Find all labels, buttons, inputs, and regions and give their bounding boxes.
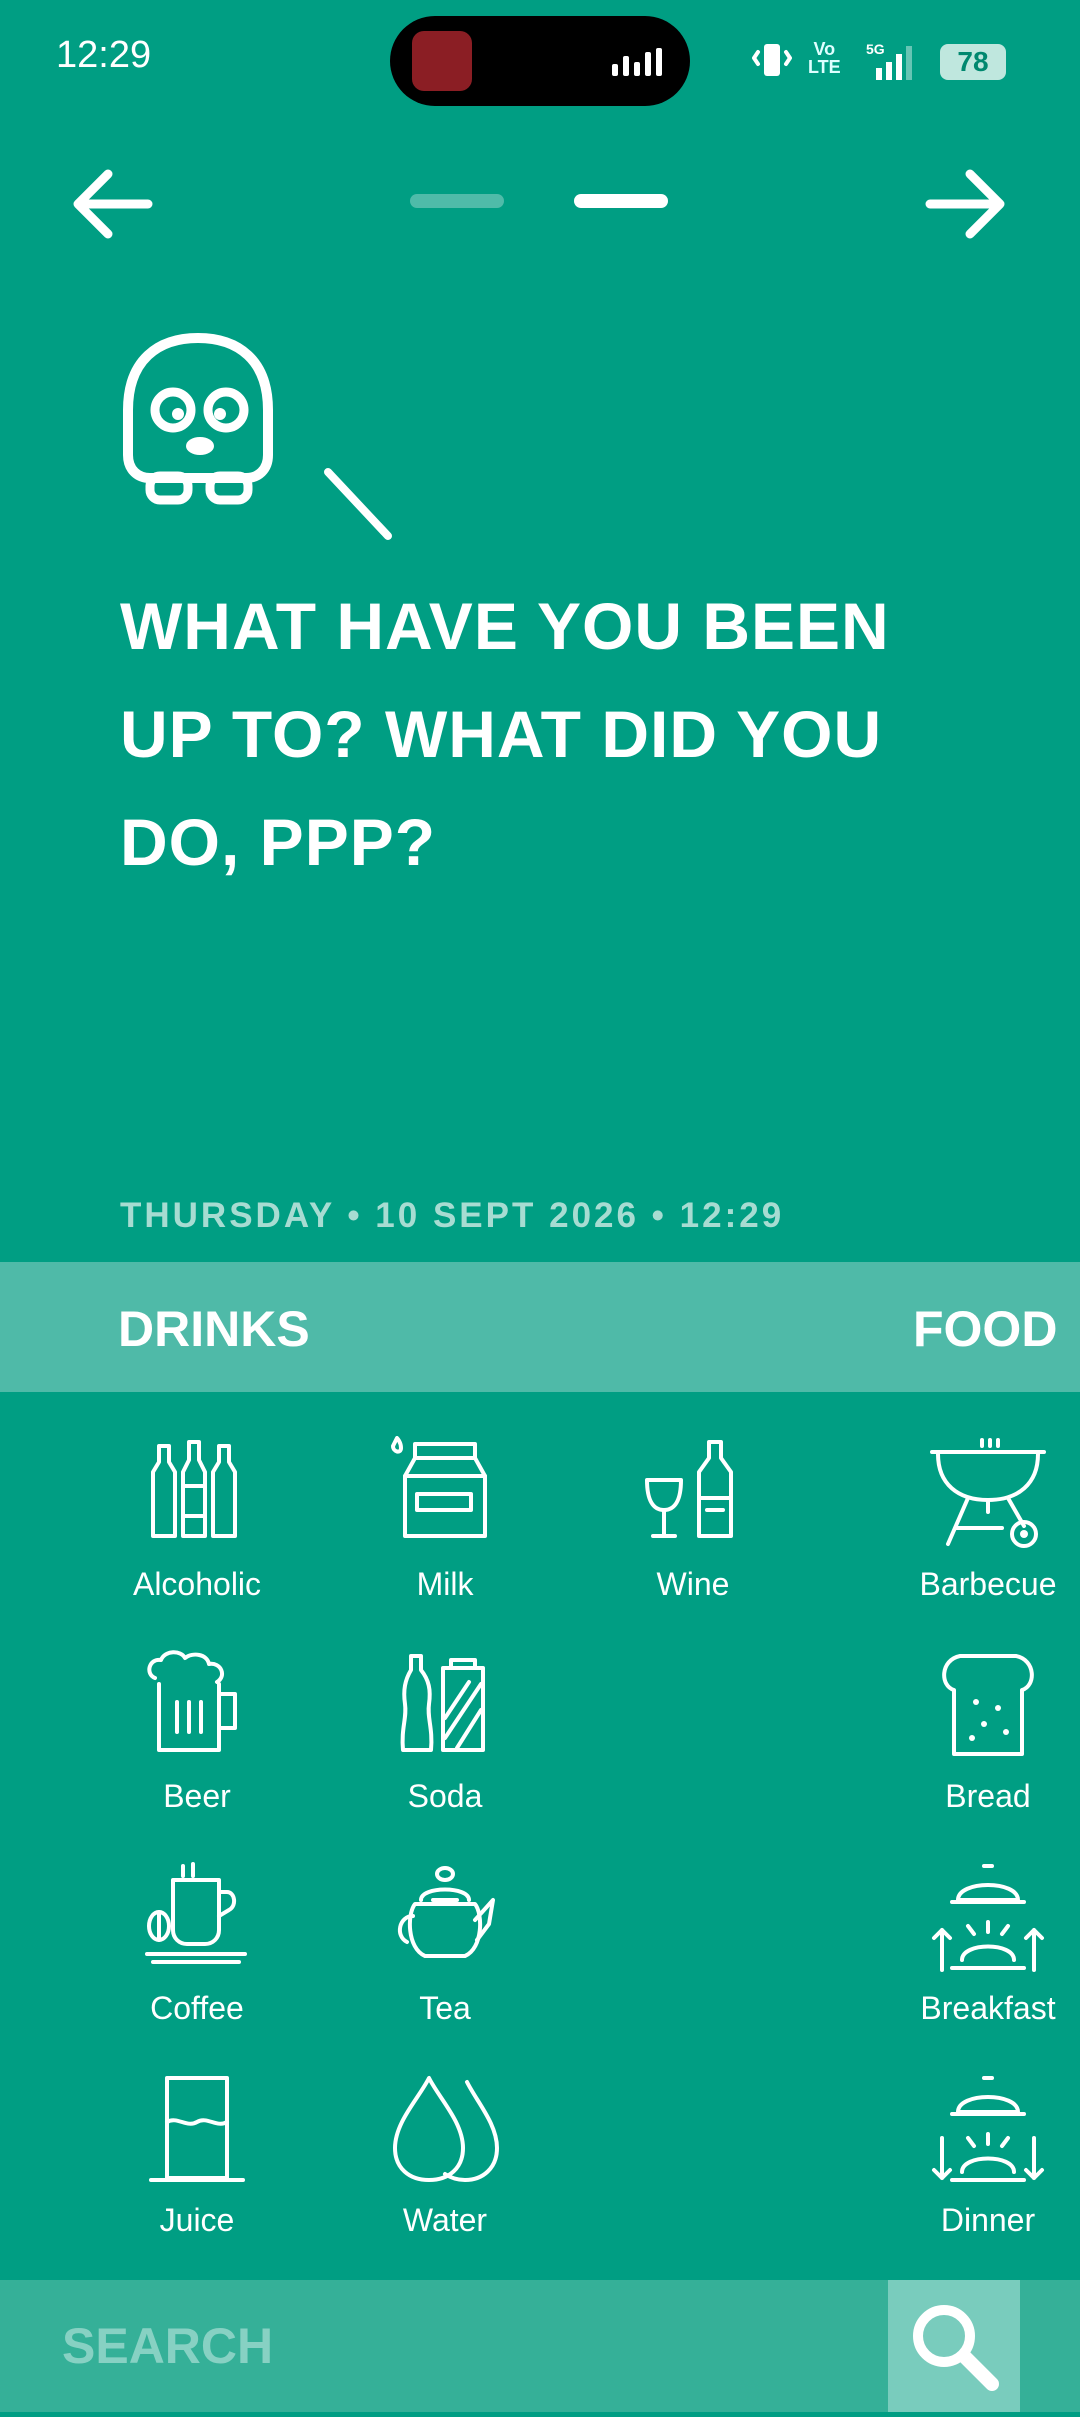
svg-text:5G: 5G [866,41,885,57]
wine-icon [645,1440,733,1538]
item-label: Breakfast [920,1990,1056,2026]
milk-carton-icon [391,1436,487,1538]
soda-icon [400,1654,485,1752]
prompt-headline: WHAT HAVE YOU BEEN UP TO? WHAT DID YOU D… [120,589,890,879]
back-button[interactable] [68,164,158,244]
drink-item-coffee[interactable]: Coffee [102,1860,292,2027]
signal-icon: 5G [862,40,918,82]
item-label: Tea [419,1990,471,2026]
beer-mug-icon [147,1650,237,1752]
item-label: Beer [163,1778,231,1814]
tab-food[interactable]: FOOD [913,1300,1057,1358]
bottles-icon [151,1440,237,1538]
search-icon [913,2305,999,2391]
mascot-icon [118,330,278,510]
vibrate-icon [752,40,792,82]
food-item-bread[interactable]: Bread [893,1648,1080,1815]
barbecue-grill-icon [930,1438,1046,1548]
drink-item-tea[interactable]: Tea [350,1860,540,2027]
entry-datetime[interactable]: THURSDAY • 10 SEPT 2026 • 12:29 [120,1196,784,1236]
food-item-barbecue[interactable]: Barbecue [893,1436,1080,1603]
battery-indicator: 78 [940,44,1006,80]
item-label: Soda [407,1778,483,1814]
teapot-icon [397,1866,495,1958]
drink-item-soda[interactable]: Soda [350,1648,540,1815]
volte-indicator: Vo LTE [808,39,841,77]
media-thumbnail [412,31,472,91]
item-label: Wine [656,1566,730,1602]
juice-glass-icon [149,2076,245,2182]
drink-item-milk[interactable]: Milk [350,1436,540,1603]
arrow-left-icon [73,169,153,239]
item-label: Dinner [940,2202,1036,2238]
item-label: Bread [945,1778,1031,1814]
drink-item-juice[interactable]: Juice [102,2072,292,2239]
tab-drinks[interactable]: DRINKS [118,1300,310,1358]
page-indicator-1 [410,194,504,208]
arrow-right-icon [925,169,1005,239]
item-label: Milk [416,1566,474,1602]
item-label: Coffee [150,1990,244,2026]
search-input[interactable] [60,2300,864,2392]
item-label: Alcoholic [132,1566,262,1602]
bread-icon [942,1654,1034,1756]
cloche-sunset-icon [932,2076,1044,2182]
page-indicator-2-active [574,194,668,208]
drink-item-wine[interactable]: Wine [598,1436,788,1603]
audio-waveform-icon [612,46,664,76]
forward-button[interactable] [920,164,1010,244]
search-button[interactable] [888,2280,1020,2412]
cloche-sunrise-icon [932,1864,1044,1972]
dynamic-island[interactable] [390,16,690,106]
pencil-line-icon [322,466,396,544]
food-item-dinner[interactable]: Dinner [893,2072,1080,2239]
drink-item-alcoholic[interactable]: Alcoholic [102,1436,292,1603]
water-drops-icon [393,2076,499,2182]
food-item-breakfast[interactable]: Breakfast [893,1860,1080,2027]
drink-item-beer[interactable]: Beer [102,1648,292,1815]
item-label: Barbecue [919,1566,1057,1602]
status-time: 12:29 [56,34,152,76]
coffee-cup-icon [145,1862,247,1964]
item-label: Juice [159,2202,235,2238]
item-label: Water [402,2202,488,2238]
drink-item-water[interactable]: Water [350,2072,540,2239]
